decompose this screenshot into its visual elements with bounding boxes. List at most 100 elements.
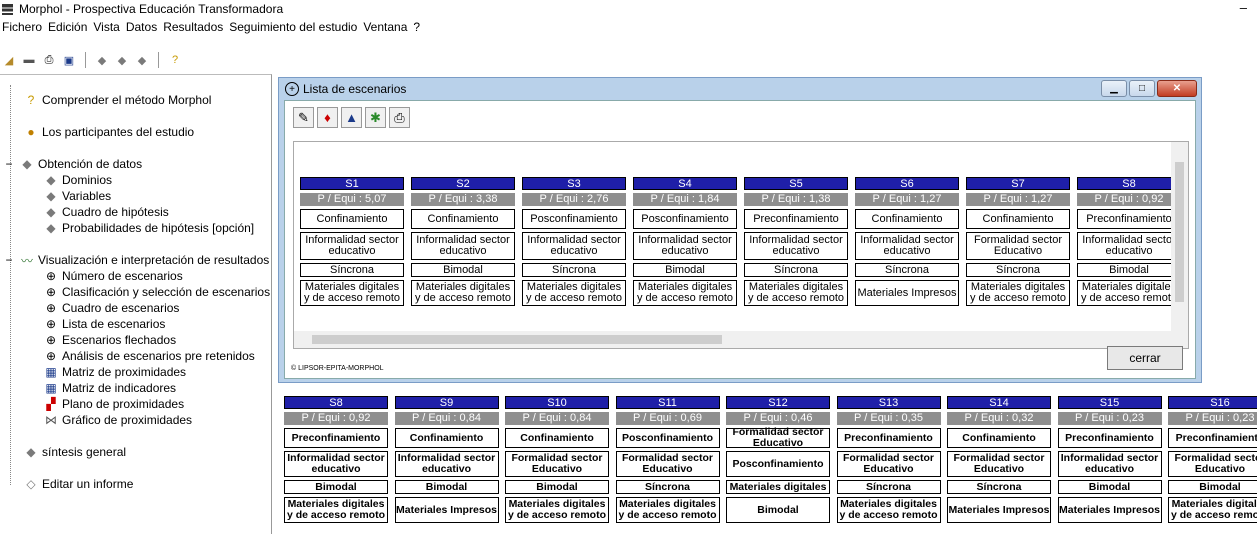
scenario-hypothesis-d: Materiales digitales y de acceso remoto: [1077, 280, 1181, 306]
data-icon-1[interactable]: ◆: [95, 53, 109, 67]
scenario-hypothesis-b: Posconfinamiento: [726, 451, 830, 477]
tree-item-variables[interactable]: ◆ Variables: [44, 189, 111, 203]
tree-item-probabilidades[interactable]: ◆ Probabilidades de hipótesis [opción]: [44, 221, 254, 235]
tree-item-clasificacion[interactable]: ⊕ Clasificación y selección de escenario…: [44, 285, 270, 299]
minimize-icon[interactable]: –: [1240, 0, 1247, 15]
tree-item-participantes[interactable]: ● Los participantes del estudio: [24, 125, 194, 139]
horizontal-scrollbar[interactable]: [294, 331, 1188, 348]
menu-ventana[interactable]: Ventana: [363, 20, 407, 34]
scenario-hypothesis-d: Materiales digitales y de acceso remoto: [633, 280, 737, 306]
tree-label: Número de escenarios: [62, 269, 183, 283]
scenario-id: S14: [947, 396, 1051, 409]
dialog-titlebar[interactable]: + Lista de escenarios: [279, 78, 1201, 100]
scenario-column: S8 P / Equi : 0,92 Preconfinamiento Informa…: [284, 396, 388, 523]
print-icon[interactable]: ⎙: [389, 107, 410, 128]
scenario-id: S3: [522, 177, 626, 190]
menu-help[interactable]: ?: [413, 20, 420, 34]
tree-item-cuadro-escenarios[interactable]: ⊕ Cuadro de escenarios: [44, 301, 179, 315]
scenario-hypothesis-a: Preconfinamiento: [836, 428, 941, 448]
tree-label: Probabilidades de hipótesis [opción]: [62, 221, 255, 235]
scenario-hypothesis-d: Materiales digitales y de acceso remoto: [300, 280, 404, 306]
scenario-hypothesis-d: Materiales digitales y de acceso remoto: [505, 497, 609, 523]
scenario-hypothesis-a: Posconfinamiento: [633, 209, 737, 229]
scenario-hypothesis-a: Preconfinamiento: [1057, 428, 1162, 448]
tree-item-matriz-prox[interactable]: ▦ Matriz de proximidades: [44, 365, 186, 379]
data-icon-3[interactable]: ◆: [135, 53, 149, 67]
scenario-column: S3 P / Equi : 2,76 Posconfinamiento Informa…: [522, 177, 626, 306]
vertical-scrollbar[interactable]: [1171, 142, 1188, 332]
menu-fichero[interactable]: Fichero: [2, 20, 42, 34]
tree-item-plano[interactable]: ▞ Plano de proximidades: [44, 397, 184, 411]
tree-item-lista[interactable]: ⊕ Lista de escenarios: [44, 317, 165, 331]
scenario-hypothesis-a: Preconfinamiento: [284, 428, 388, 448]
data-icon: ◆: [46, 189, 56, 203]
scenario-probability: P / Equi : 1,84: [633, 193, 737, 206]
tree-item-visualizacion[interactable]: − 〰 Visualización e interpretación de re…: [2, 253, 269, 268]
scenario-hypothesis-a: Confinamiento: [947, 428, 1051, 448]
scenario-probability: P / Equi : 0,92: [284, 412, 388, 425]
scenario-probability: P / Equi : 5,07: [300, 193, 404, 206]
scenario-id: S11: [615, 396, 720, 409]
tree-label: Editar un informe: [42, 477, 134, 491]
tree-item-flechados[interactable]: ⊕ Escenarios flechados: [44, 333, 176, 347]
scenario-id: S7: [966, 177, 1070, 190]
tree-item-obtencion[interactable]: − ◆ Obtención de datos: [2, 157, 142, 171]
menu-edicion[interactable]: Edición: [48, 20, 87, 34]
tree-item-sintesis[interactable]: ◆ síntesis general: [24, 445, 126, 459]
scenario-hypothesis-c: Síncrona: [966, 263, 1070, 277]
save-icon[interactable]: ▣: [62, 53, 76, 67]
scenario-hypothesis-a: Confinamiento: [966, 209, 1070, 229]
tree-item-cuadro-hipotesis[interactable]: ◆ Cuadro de hipótesis: [44, 205, 168, 219]
scenario-hypothesis-c: Síncrona: [836, 480, 941, 494]
minimize-button[interactable]: ▁: [1101, 80, 1127, 97]
tree-line: [10, 85, 11, 485]
scenario-probability: P / Equi : 0,32: [947, 412, 1051, 425]
exchange-icon[interactable]: ✱: [365, 107, 386, 128]
menu-vista[interactable]: Vista: [93, 20, 119, 34]
help-icon[interactable]: ?: [168, 53, 182, 67]
tree-item-analisis[interactable]: ⊕ Análisis de escenarios pre retenidos: [44, 349, 255, 363]
tree-label: Plano de proximidades: [62, 397, 185, 411]
up-icon[interactable]: ▲: [341, 107, 362, 128]
scenario-column: S1 P / Equi : 5,07 Confinamiento Informalid…: [300, 177, 404, 306]
maximize-button[interactable]: □: [1129, 80, 1155, 97]
tree-label: Obtención de datos: [38, 157, 143, 171]
open-folder-icon[interactable]: ▬: [22, 53, 36, 67]
scenario-hypothesis-c: Síncrona: [947, 480, 1051, 494]
edit-icon[interactable]: ✎: [293, 107, 314, 128]
tree-label: síntesis general: [42, 445, 127, 459]
scenario-hypothesis-b: Informalidad sector educativo: [394, 451, 499, 477]
scenario-column: S9 P / Equi : 0,84 Confinamiento Informalid…: [394, 396, 499, 523]
close-dialog-button[interactable]: cerrar: [1107, 346, 1183, 370]
scenario-probability: P / Equi : 1,27: [966, 193, 1070, 206]
sort-icon[interactable]: ♦: [317, 107, 338, 128]
tree-item-matriz-ind[interactable]: ▦ Matriz de indicadores: [44, 381, 176, 395]
menu-datos[interactable]: Datos: [126, 20, 157, 34]
scenario-id: S13: [836, 396, 941, 409]
tree-label: Dominios: [62, 173, 113, 187]
scenario-hypothesis-d: Materiales digitales y de acceso remoto: [836, 497, 941, 523]
new-icon[interactable]: ◢: [2, 53, 16, 67]
close-button[interactable]: ✕: [1157, 80, 1197, 97]
tree-label: Clasificación y selección de escenarios: [62, 285, 271, 299]
scenario-hypothesis-a: Preconfinamiento: [1168, 428, 1257, 448]
tree-item-dominios[interactable]: ◆ Dominios: [44, 173, 112, 187]
menu-resultados[interactable]: Resultados: [163, 20, 223, 34]
tree-item-comprender[interactable]: ? Comprender el método Morphol: [24, 93, 212, 107]
tree-item-grafico[interactable]: ⋈ Gráfico de proximidades: [44, 413, 192, 427]
navigation-tree: ? Comprender el método Morphol ● Los par…: [0, 74, 272, 534]
scenario-hypothesis-b: Formalidad sector Educativo: [966, 232, 1070, 260]
tree-item-numero[interactable]: ⊕ Número de escenarios: [44, 269, 183, 283]
scenario-column: S15 P / Equi : 0,23 Preconfinamiento Inform…: [1057, 396, 1162, 523]
scenario-column: S8 P / Equi : 0,92 Preconfinamiento Informa…: [1077, 177, 1181, 306]
scenario-hypothesis-b: Formalidad sector Educativo: [947, 451, 1051, 477]
scenario-hypothesis-c: Síncrona: [615, 480, 720, 494]
scenario-id: S9: [394, 396, 499, 409]
scenario-probability: P / Equi : 1,38: [744, 193, 848, 206]
tree-label: Gráfico de proximidades: [62, 413, 193, 427]
tree-item-editar[interactable]: ◇ Editar un informe: [24, 477, 133, 491]
print-icon[interactable]: ⎙: [42, 53, 56, 67]
data-icon-2[interactable]: ◆: [115, 53, 129, 67]
menu-seguimiento[interactable]: Seguimiento del estudio: [229, 20, 357, 34]
data-icon: ◆: [46, 205, 56, 219]
